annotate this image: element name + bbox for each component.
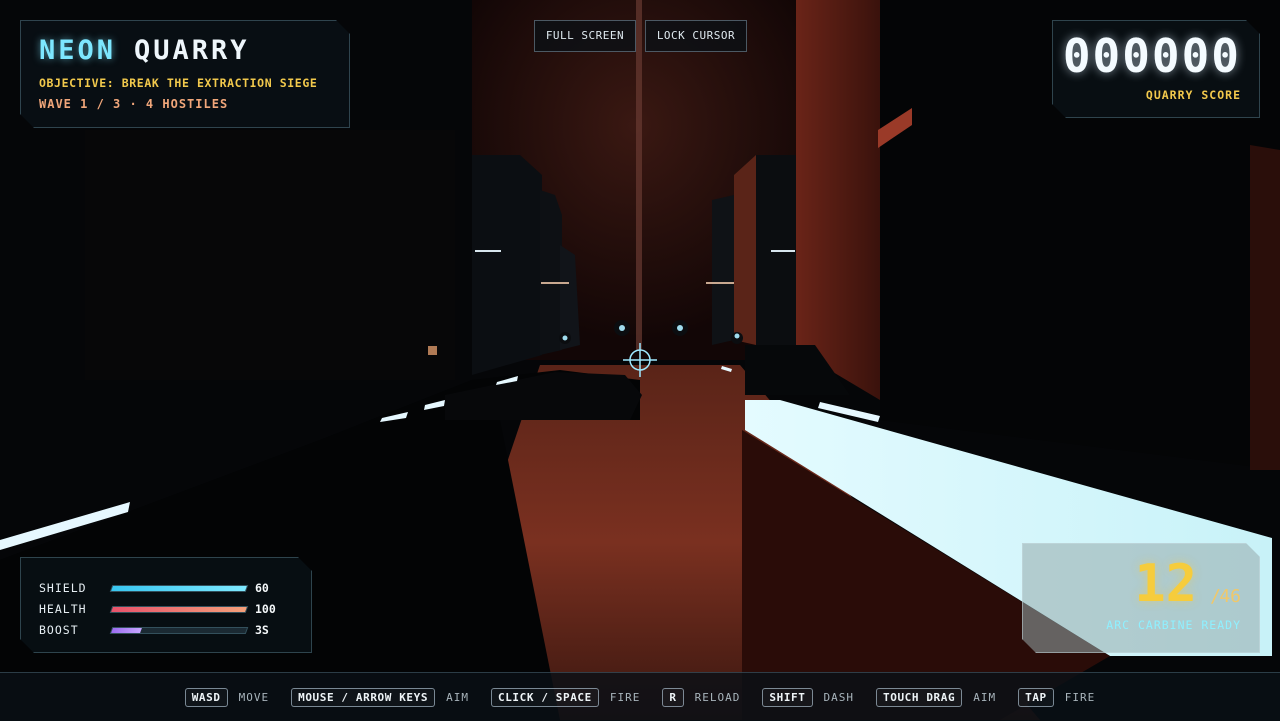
right-ledge bbox=[1250, 145, 1280, 470]
control-hint: TOUCH DRAG AIM bbox=[876, 687, 997, 707]
crosshair-icon bbox=[623, 343, 657, 377]
shield-bar-fill bbox=[111, 586, 247, 591]
control-hint: CLICK / SPACE FIRE bbox=[490, 687, 641, 707]
pickup bbox=[428, 346, 437, 355]
ammo-reserve: 46 bbox=[1219, 586, 1241, 607]
boost-stat: BOOST 3S bbox=[39, 623, 299, 637]
shield-stat: SHIELD 60 bbox=[39, 581, 299, 595]
action-hint: DASH bbox=[823, 690, 854, 704]
mission-panel: NEON QUARRY OBJECTIVE: BREAK THE EXTRACTI… bbox=[20, 20, 350, 128]
hostile-drone bbox=[731, 332, 743, 344]
control-hint: WASD MOVE bbox=[184, 687, 270, 707]
health-value: 100 bbox=[255, 602, 276, 616]
action-hint: FIRE bbox=[609, 690, 641, 704]
shield-bar bbox=[110, 585, 249, 592]
window-light bbox=[475, 250, 501, 252]
action-hint: FIRE bbox=[1064, 690, 1096, 704]
action-hint: AIM bbox=[973, 690, 997, 704]
health-bar bbox=[110, 606, 249, 613]
action-hint: RELOAD bbox=[694, 690, 741, 704]
control-hint: MOUSE / ARROW KEYS AIM bbox=[291, 687, 469, 707]
vitals-panel: SHIELD 60 HEALTH 100 BOOST 3S bbox=[20, 557, 312, 653]
left-crate bbox=[445, 372, 642, 420]
game-title-part2: QUARRY bbox=[134, 35, 250, 66]
health-label: HEALTH bbox=[39, 602, 87, 616]
wave-status: WAVE 1 / 3 · 4 HOSTILES bbox=[39, 97, 229, 111]
boost-bar bbox=[110, 627, 249, 634]
hostile-drone bbox=[672, 320, 688, 336]
action-hint: MOVE bbox=[238, 690, 270, 704]
shield-value: 60 bbox=[255, 581, 269, 595]
left-wall-face bbox=[85, 130, 455, 380]
ammo-panel: 12 / 46 ARC CARBINE READY bbox=[1022, 543, 1260, 653]
key-hint: SHIFT bbox=[762, 687, 813, 707]
control-hint: TAP FIRE bbox=[1018, 687, 1096, 707]
right-wall bbox=[796, 0, 880, 400]
ammo-current: 12 bbox=[1134, 554, 1197, 614]
boost-value: 3S bbox=[255, 623, 269, 637]
health-bar-fill bbox=[111, 607, 247, 612]
key-hint: TAP bbox=[1018, 687, 1054, 707]
control-hint: R RELOAD bbox=[662, 687, 741, 707]
controls-hint-bar: WASD MOVE MOUSE / ARROW KEYS AIM CLICK / S… bbox=[0, 672, 1280, 721]
game-title-part1: NEON bbox=[39, 35, 117, 66]
lock-cursor-button[interactable]: LOCK CURSOR bbox=[645, 20, 747, 52]
score-panel: 000000 QUARRY SCORE bbox=[1052, 20, 1260, 118]
left-building-mid bbox=[540, 190, 562, 355]
score-label: QUARRY SCORE bbox=[1145, 88, 1241, 102]
boost-bar-fill bbox=[111, 628, 142, 633]
right-building-near bbox=[756, 155, 796, 350]
light-beam bbox=[636, 0, 642, 350]
hostile-drone bbox=[559, 332, 571, 344]
right-building-mid bbox=[712, 195, 734, 345]
score-value: 000000 bbox=[1062, 29, 1241, 83]
hostile-drone bbox=[614, 320, 630, 336]
objective-text: OBJECTIVE: BREAK THE EXTRACTION SIEGE bbox=[39, 76, 318, 90]
key-hint: TOUCH DRAG bbox=[876, 687, 963, 707]
window-light bbox=[771, 250, 795, 252]
action-hint: AIM bbox=[446, 690, 469, 704]
health-stat: HEALTH 100 bbox=[39, 602, 299, 616]
game-title: NEON QUARRY bbox=[39, 35, 250, 66]
left-building-near bbox=[472, 155, 542, 375]
right-building-red bbox=[734, 155, 756, 345]
shield-label: SHIELD bbox=[39, 581, 87, 595]
full-screen-button[interactable]: FULL SCREEN bbox=[534, 20, 636, 52]
weapon-status: ARC CARBINE READY bbox=[1106, 618, 1241, 632]
boost-label: BOOST bbox=[39, 623, 79, 637]
key-hint: WASD bbox=[184, 687, 228, 707]
window-light bbox=[706, 282, 734, 284]
key-hint: CLICK / SPACE bbox=[490, 687, 599, 707]
control-hint: SHIFT DASH bbox=[762, 687, 854, 707]
key-hint: MOUSE / ARROW KEYS bbox=[291, 687, 436, 707]
key-hint: R bbox=[662, 687, 684, 707]
window-light bbox=[541, 282, 569, 284]
